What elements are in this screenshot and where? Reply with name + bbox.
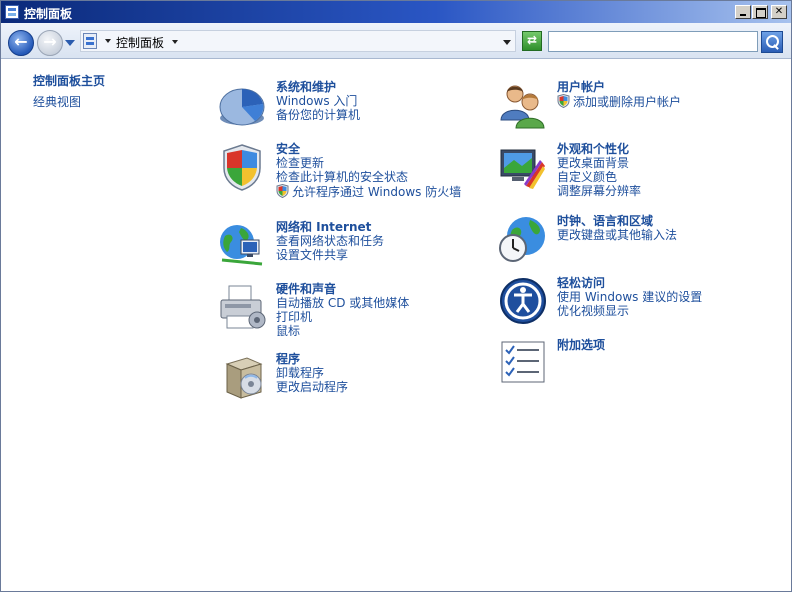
address-history-dropdown-icon[interactable] [503,40,511,45]
recent-pages-dropdown-icon[interactable] [65,40,75,46]
window-title: 控制面板 [24,7,73,21]
sidebar: 控制面板主页 经典视图 [33,72,105,110]
task-link[interactable]: 使用 Windows 建议的设置 [557,290,767,304]
main-content: 控制面板主页 经典视图 系统和维护 Windows 入门 备份您的计算机 安全 … [1,60,791,591]
search-icon[interactable] [761,31,783,53]
breadcrumb-control-panel[interactable]: 控制面板 [116,34,164,51]
control-panel-window: 控制面板 ✕ ← → 控制面板 ⇄ 控制面板主页 经典视图 系统和维护 Wind… [0,0,792,592]
task-link[interactable]: 优化视频显示 [557,304,767,318]
ease-of-access-icon[interactable] [498,276,548,326]
printer-icon[interactable] [217,282,267,332]
task-link-add-remove-users[interactable]: 添加或删除用户帐户 [557,94,767,109]
category-title[interactable]: 用户帐户 [557,80,767,94]
task-link[interactable]: 更改启动程序 [276,380,486,394]
title-bar: 控制面板 ✕ [1,1,791,23]
task-link[interactable]: 设置文件共享 [276,248,486,262]
task-link[interactable]: Windows 入门 [276,94,486,108]
sidebar-item-home[interactable]: 控制面板主页 [33,72,105,89]
task-link[interactable]: 打印机 [276,310,486,324]
network-globe-icon[interactable] [217,220,267,270]
task-link[interactable]: 更改桌面背景 [557,156,767,170]
task-link[interactable]: 卸载程序 [276,366,486,380]
checklist-icon[interactable] [498,338,548,388]
task-link[interactable]: 调整屏幕分辨率 [557,184,767,198]
task-link[interactable]: 备份您的计算机 [276,108,486,122]
task-link[interactable]: 自动播放 CD 或其他媒体 [276,296,486,310]
task-link-label: 添加或删除用户帐户 [573,95,682,109]
refresh-button[interactable]: ⇄ [522,31,542,51]
sidebar-item-classic-view[interactable]: 经典视图 [33,93,105,110]
chevron-down-icon[interactable] [172,40,178,44]
forward-button[interactable]: → [37,30,63,56]
control-panel-icon [5,5,19,19]
users-icon[interactable] [498,80,548,130]
search-input[interactable] [548,31,758,52]
task-link[interactable]: 检查更新 [276,156,486,170]
chevron-down-icon[interactable] [105,39,111,43]
category-title[interactable]: 时钟、语言和区域 [557,214,767,228]
task-link[interactable]: 鼠标 [276,324,486,338]
category-title[interactable]: 轻松访问 [557,276,767,290]
task-link[interactable]: 自定义颜色 [557,170,767,184]
pie-chart-icon[interactable] [217,80,267,130]
task-link-firewall[interactable]: 允许程序通过 Windows 防火墙 [276,184,486,199]
address-toolbar: ← → 控制面板 ⇄ [1,23,791,59]
address-bar[interactable]: 控制面板 [80,30,516,52]
security-shield-icon[interactable] [217,142,267,192]
category-title[interactable]: 系统和维护 [276,80,486,94]
task-link[interactable]: 查看网络状态和任务 [276,234,486,248]
category-title[interactable]: 网络和 Internet [276,220,486,234]
close-button[interactable]: ✕ [771,5,787,19]
back-button[interactable]: ← [8,30,34,56]
task-link[interactable]: 检查此计算机的安全状态 [276,170,486,184]
maximize-button[interactable] [752,5,768,19]
task-link-label: 允许程序通过 Windows 防火墙 [292,185,462,199]
category-title[interactable]: 程序 [276,352,486,366]
monitor-color-icon[interactable] [498,142,548,192]
task-link[interactable]: 更改键盘或其他输入法 [557,228,767,242]
programs-box-icon[interactable] [217,352,267,402]
uac-shield-icon [557,94,570,108]
category-title[interactable]: 外观和个性化 [557,142,767,156]
category-title[interactable]: 安全 [276,142,486,156]
control-panel-icon [83,33,97,49]
category-title[interactable]: 硬件和声音 [276,282,486,296]
minimize-button[interactable] [735,5,751,19]
uac-shield-icon [276,184,289,198]
category-title[interactable]: 附加选项 [557,338,767,352]
clock-globe-icon[interactable] [498,214,548,264]
